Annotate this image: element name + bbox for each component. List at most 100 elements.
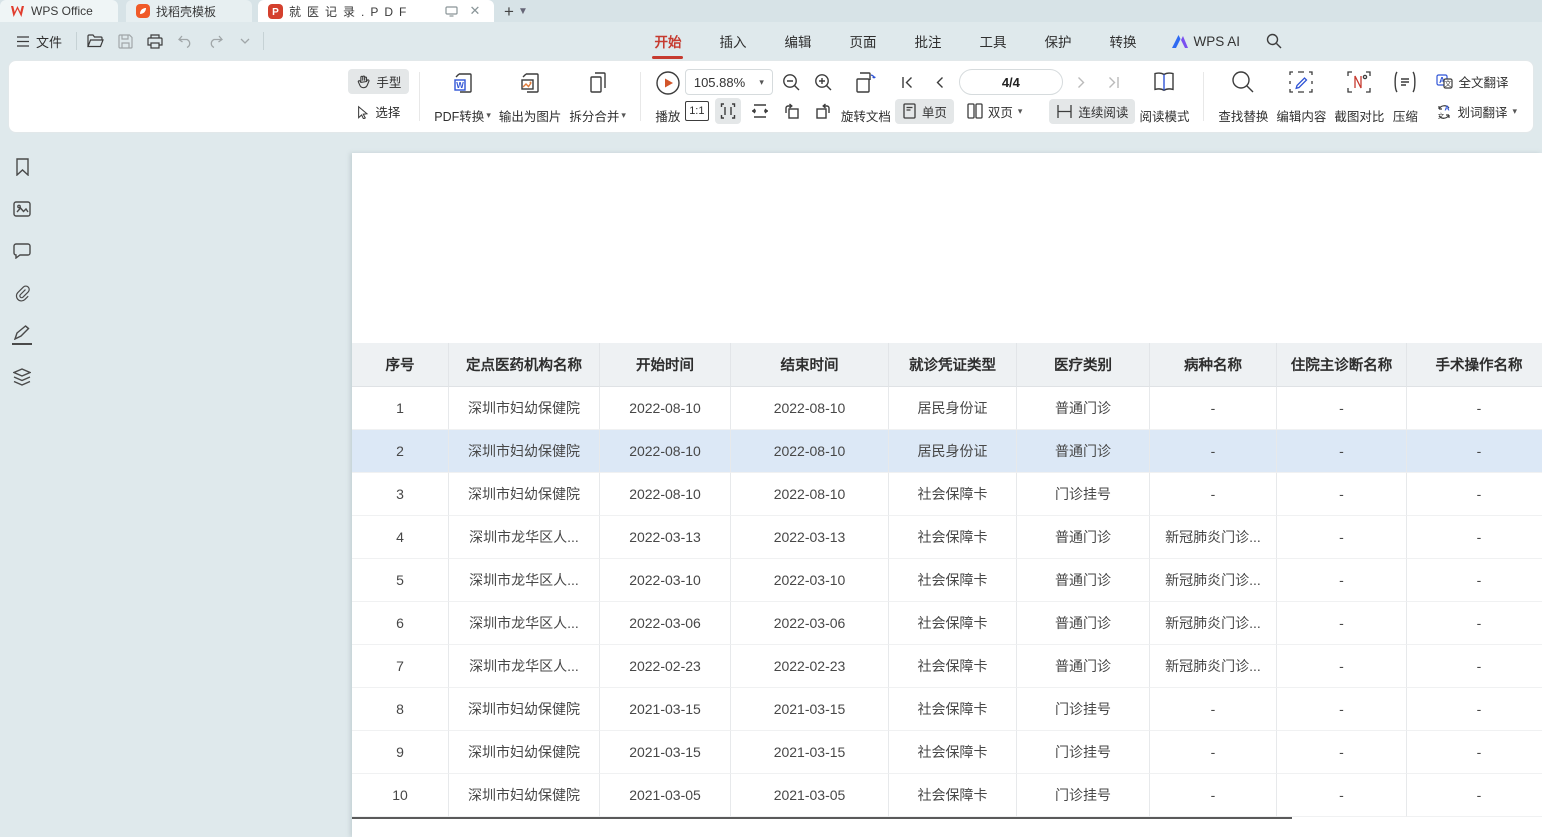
- play-button[interactable]: 播放: [651, 66, 685, 127]
- tab-insert[interactable]: 插入: [717, 25, 748, 57]
- signature-icon[interactable]: [12, 325, 32, 345]
- previous-page-icon[interactable]: [927, 69, 953, 95]
- cursor-icon: [356, 105, 370, 119]
- svg-text:文: 文: [1438, 111, 1445, 120]
- reading-mode-button[interactable]: 阅读模式: [1135, 66, 1193, 127]
- pdf-convert-button[interactable]: W PDF转换▾: [430, 66, 495, 127]
- pdf-convert-icon: W: [451, 70, 475, 96]
- tab-list-chevron-icon[interactable]: ▼: [518, 6, 528, 17]
- table-cell: 门诊挂号: [1017, 774, 1150, 817]
- column-header: 医疗类别: [1017, 343, 1150, 387]
- tab-protect[interactable]: 保护: [1042, 25, 1073, 57]
- layers-icon[interactable]: [12, 367, 32, 387]
- wps-ai-button[interactable]: WPS AI: [1172, 34, 1240, 49]
- table-row[interactable]: 10深圳市妇幼保健院2021-03-052021-03-05社会保障卡门诊挂号-…: [352, 774, 1542, 817]
- edit-content-button[interactable]: 编辑内容: [1272, 66, 1330, 127]
- double-page-icon: [967, 103, 983, 119]
- table-cell: 普通门诊: [1017, 516, 1150, 559]
- double-page-label: 双页: [988, 102, 1013, 121]
- select-tool-button[interactable]: 选择: [348, 99, 409, 124]
- compress-button[interactable]: 压缩: [1388, 66, 1422, 127]
- table-cell: -: [1407, 559, 1542, 602]
- table-cell: 深圳市龙华区人...: [449, 559, 600, 602]
- close-tab-icon[interactable]: ✕: [466, 2, 484, 20]
- divider: [76, 32, 77, 50]
- table-row[interactable]: 2深圳市妇幼保健院2022-08-102022-08-10居民身份证普通门诊--…: [352, 430, 1542, 473]
- print-icon[interactable]: [145, 31, 165, 51]
- tab-home[interactable]: 开始: [652, 25, 683, 57]
- save-icon[interactable]: [115, 31, 135, 51]
- pdf-convert-label: PDF转换: [434, 106, 484, 125]
- table-row[interactable]: 3深圳市妇幼保健院2022-08-102022-08-10社会保障卡门诊挂号--…: [352, 473, 1542, 516]
- history-chevron-icon[interactable]: [235, 31, 255, 51]
- find-replace-button[interactable]: 查找替换: [1214, 66, 1272, 127]
- thumbnail-icon[interactable]: [12, 199, 32, 219]
- rotate-right-icon[interactable]: [811, 98, 837, 124]
- divider: [640, 72, 641, 121]
- bookmark-icon[interactable]: [12, 157, 32, 177]
- tab-page[interactable]: 页面: [847, 25, 878, 57]
- edit-content-label: 编辑内容: [1276, 106, 1326, 125]
- table-row[interactable]: 9深圳市妇幼保健院2021-03-152021-03-15社会保障卡门诊挂号--…: [352, 731, 1542, 774]
- tab-edit[interactable]: 编辑: [782, 25, 813, 57]
- split-merge-label: 拆分合并: [569, 106, 619, 125]
- tab-docer-template[interactable]: 找稻壳模板: [126, 0, 252, 22]
- fit-width-button[interactable]: [747, 98, 773, 124]
- column-header: 病种名称: [1150, 343, 1277, 387]
- fit-page-button[interactable]: [715, 98, 741, 124]
- split-merge-button[interactable]: 拆分合并▾: [565, 66, 630, 127]
- table-row[interactable]: 7深圳市龙华区人...2022-02-232022-02-23社会保障卡普通门诊…: [352, 645, 1542, 688]
- tab-tools[interactable]: 工具: [977, 25, 1008, 57]
- zoom-out-icon[interactable]: [779, 69, 805, 95]
- table-cell: 2021-03-05: [731, 774, 889, 817]
- table-row[interactable]: 6深圳市龙华区人...2022-03-062022-03-06社会保障卡普通门诊…: [352, 602, 1542, 645]
- word-translate-button[interactable]: A文 划词翻译 ▾: [1428, 99, 1525, 124]
- table-cell: -: [1150, 731, 1277, 774]
- full-text-translate-label: 全文翻译: [1458, 72, 1508, 91]
- double-page-button[interactable]: 双页 ▾: [960, 99, 1030, 124]
- redo-icon[interactable]: [205, 31, 225, 51]
- new-tab-icon[interactable]: +: [504, 3, 514, 20]
- screenshot-compare-button[interactable]: 截图对比: [1330, 66, 1388, 127]
- table-cell: 普通门诊: [1017, 559, 1150, 602]
- page-number-input[interactable]: 4/4: [959, 69, 1063, 95]
- tab-comment[interactable]: 批注: [912, 25, 943, 57]
- zoom-level-select[interactable]: 105.88% ▾: [685, 69, 773, 95]
- pdf-page[interactable]: 序号定点医药机构名称开始时间结束时间就诊凭证类型医疗类别病种名称住院主诊断名称手…: [352, 153, 1542, 837]
- table-row[interactable]: 1深圳市妇幼保健院2022-08-102022-08-10居民身份证普通门诊--…: [352, 387, 1542, 430]
- next-page-icon[interactable]: [1069, 69, 1095, 95]
- edit-content-icon: [1288, 70, 1314, 94]
- table-row[interactable]: 4深圳市龙华区人...2022-03-132022-03-13社会保障卡普通门诊…: [352, 516, 1542, 559]
- menu-search-icon[interactable]: [1266, 33, 1282, 49]
- file-menu-button[interactable]: 文件: [10, 32, 68, 51]
- tab-wps-office[interactable]: WPS Office: [0, 0, 118, 22]
- actual-size-button[interactable]: 1:1: [685, 101, 709, 121]
- first-page-icon[interactable]: [895, 69, 921, 95]
- last-page-icon[interactable]: [1101, 69, 1127, 95]
- hand-tool-button[interactable]: 手型: [348, 69, 409, 94]
- rotate-document-button[interactable]: 旋转文档: [837, 66, 895, 127]
- full-text-translate-button[interactable]: A文 全文翻译: [1428, 69, 1525, 94]
- open-file-icon[interactable]: [85, 31, 105, 51]
- export-image-button[interactable]: 输出为图片: [495, 66, 566, 127]
- table-cell: 新冠肺炎门诊...: [1150, 645, 1277, 688]
- present-on-screen-icon[interactable]: [442, 2, 460, 20]
- tab-document-pdf[interactable]: P 就医记录.PDF ✕: [258, 0, 494, 22]
- table-cell: -: [1277, 731, 1407, 774]
- compress-label: 压缩: [1393, 106, 1418, 125]
- table-row[interactable]: 5深圳市龙华区人...2022-03-102022-03-10社会保障卡普通门诊…: [352, 559, 1542, 602]
- table-cell: -: [1407, 387, 1542, 430]
- zoom-level-value: 105.88%: [694, 75, 745, 90]
- attachment-icon[interactable]: [12, 283, 32, 303]
- single-page-icon: [902, 103, 917, 119]
- continuous-reading-button[interactable]: 连续阅读: [1049, 99, 1135, 124]
- undo-icon[interactable]: [175, 31, 195, 51]
- zoom-in-icon[interactable]: [811, 69, 837, 95]
- table-row[interactable]: 8深圳市妇幼保健院2021-03-152021-03-15社会保障卡门诊挂号--…: [352, 688, 1542, 731]
- column-header: 结束时间: [731, 343, 889, 387]
- comment-icon[interactable]: [12, 241, 32, 261]
- rotate-left-icon[interactable]: [779, 98, 805, 124]
- tab-convert[interactable]: 转换: [1107, 25, 1138, 57]
- single-page-button[interactable]: 单页: [895, 99, 954, 124]
- table-cell: 8: [352, 688, 449, 731]
